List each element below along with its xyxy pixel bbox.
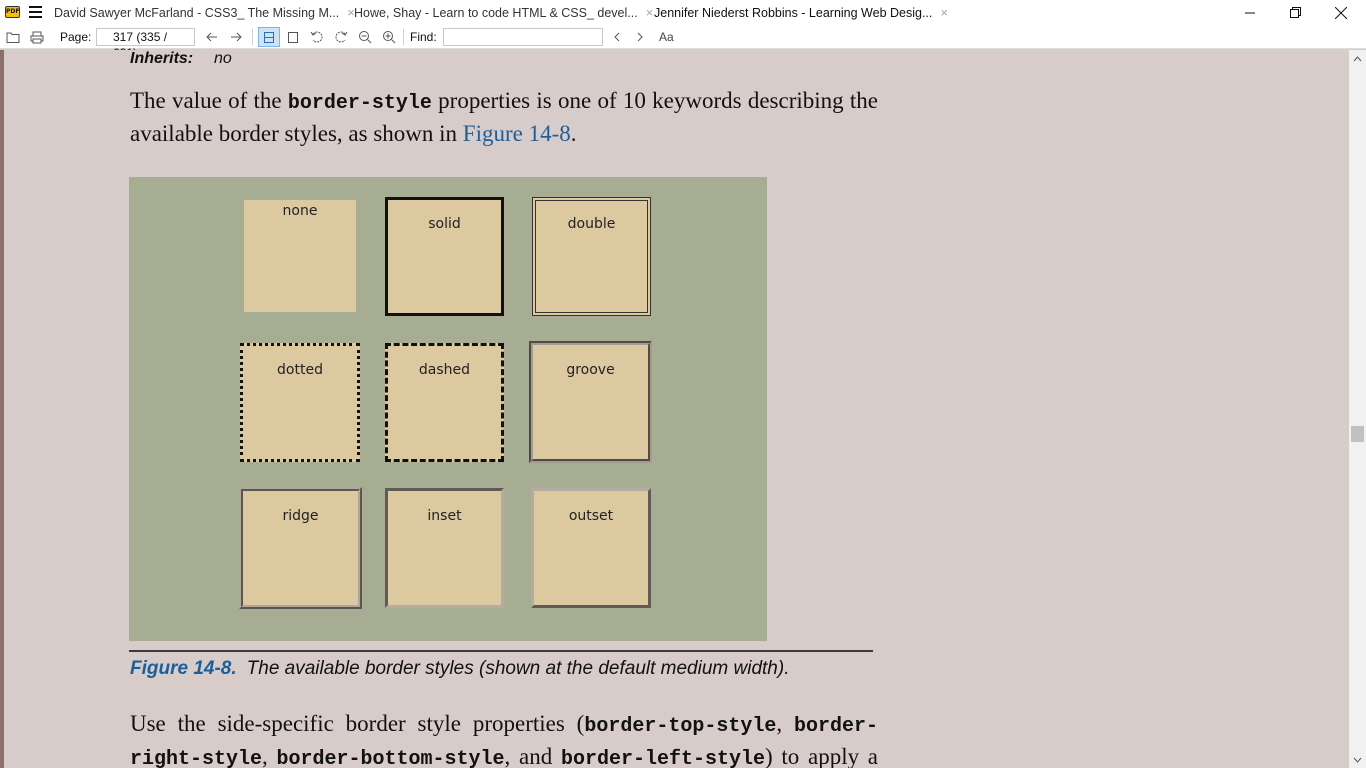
scrollbar-thumb[interactable] (1351, 426, 1364, 442)
box-dashed: dashed (385, 343, 504, 462)
box-none: none (244, 200, 356, 312)
text: , and (504, 744, 561, 768)
box-label: outset (568, 508, 614, 524)
box-label: groove (566, 362, 615, 378)
code-border-left-style: border-left-style (560, 748, 765, 768)
print-icon[interactable] (29, 29, 45, 45)
box-dotted: dotted (240, 343, 360, 462)
inherits-value: no (214, 50, 232, 67)
close-tab-icon[interactable]: × (646, 5, 654, 20)
find-prev-icon[interactable] (609, 29, 625, 45)
toolbar: Page: 317 (335 / 621) Find: Aa (0, 25, 1366, 60)
tab-learning-web-design[interactable]: Jennifer Niederst Robbins - Learning Web… (654, 0, 948, 25)
box-groove: groove (529, 341, 652, 463)
title-bar: PDF David Sawyer McFarland - CSS3_ The M… (0, 0, 1366, 25)
rotate-left-icon[interactable] (309, 29, 325, 45)
minimize-icon (1245, 12, 1255, 13)
document-view: Inherits: no The value of the border-sty… (0, 50, 1349, 768)
close-icon (1335, 6, 1347, 19)
match-case-button[interactable]: Aa (659, 30, 674, 44)
text: Use the side-specific border style prope… (130, 711, 585, 736)
facing-page-icon[interactable] (285, 29, 301, 45)
box-label: inset (427, 508, 462, 524)
box-label: double (567, 216, 616, 232)
page-edge (0, 50, 4, 768)
tab-label: David Sawyer McFarland - CSS3_ The Missi… (54, 5, 340, 20)
box-outset: outset (531, 488, 651, 608)
menu-icon[interactable] (29, 6, 42, 19)
figure-link[interactable]: Figure 14-8 (463, 121, 571, 146)
find-input[interactable] (443, 28, 603, 46)
find-next-icon[interactable] (632, 29, 648, 45)
forward-icon[interactable] (228, 29, 244, 45)
restore-icon (1289, 7, 1301, 18)
box-inset: inset (385, 488, 504, 608)
text: . (570, 121, 577, 146)
vertical-scrollbar[interactable] (1349, 50, 1366, 768)
box-label: dashed (418, 362, 471, 378)
inherits-line: Inherits: no (130, 50, 232, 68)
scroll-up-icon[interactable] (1349, 50, 1366, 67)
code-border-bottom-style: border-bottom-style (276, 748, 505, 768)
figure-caption: Figure 14-8. The available border styles … (130, 658, 789, 680)
toolbar-divider (403, 29, 404, 45)
tab-css3-missing-manual[interactable]: David Sawyer McFarland - CSS3_ The Missi… (54, 0, 355, 25)
zoom-out-icon[interactable] (357, 29, 373, 45)
tab-label: Howe, Shay - Learn to code HTML & CSS_ d… (354, 5, 638, 20)
paragraph-border-style: The value of the border-style properties… (130, 86, 878, 149)
page-label: Page: (60, 30, 92, 44)
box-label: ridge (282, 508, 319, 524)
rotate-right-icon[interactable] (333, 29, 349, 45)
app-logo-icon: PDF (5, 6, 20, 18)
box-double: double (532, 197, 651, 316)
restore-button[interactable] (1272, 0, 1318, 25)
page-number-input[interactable]: 317 (335 / 621) (96, 28, 195, 60)
box-label: dotted (277, 362, 323, 378)
caption-figure-number: Figure 14-8. (130, 658, 237, 679)
toolbar-divider (252, 29, 253, 45)
scroll-down-icon[interactable] (1349, 751, 1366, 768)
caption-text: The available border styles (shown at th… (246, 658, 790, 679)
text: The value of the (130, 88, 288, 113)
box-ridge: ridge (239, 487, 362, 609)
find-label: Find: (410, 30, 437, 44)
close-window-button[interactable] (1318, 0, 1364, 25)
text: , (776, 711, 794, 736)
inherits-label: Inherits: (130, 50, 194, 67)
caption-rule (129, 650, 873, 652)
text: , (262, 744, 277, 768)
code-border-top-style: border-top-style (584, 715, 777, 738)
box-solid: solid (385, 197, 504, 316)
zoom-in-icon[interactable] (381, 29, 397, 45)
figure-border-styles: none solid double dotted dashed groove r… (129, 177, 767, 641)
close-tab-icon[interactable]: × (940, 5, 948, 20)
code-border-style: border-style (287, 92, 432, 115)
open-file-icon[interactable] (5, 29, 21, 45)
single-page-icon[interactable] (261, 29, 277, 45)
box-label: none (282, 203, 318, 219)
back-icon[interactable] (204, 29, 220, 45)
minimize-button[interactable] (1227, 0, 1273, 25)
tab-label: Jennifer Niederst Robbins - Learning Web… (654, 5, 933, 20)
paragraph-side-specific: Use the side-specific border style prope… (130, 709, 878, 768)
box-label: solid (428, 216, 461, 232)
tab-learn-html-css[interactable]: Howe, Shay - Learn to code HTML & CSS_ d… (354, 0, 653, 25)
